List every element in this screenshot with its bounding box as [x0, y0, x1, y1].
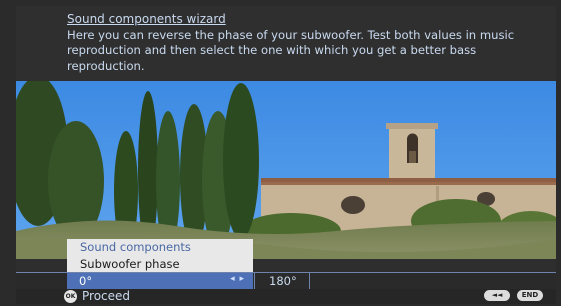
wizard-header: Sound components wizard Here you can rev…	[16, 6, 556, 81]
end-key-icon[interactable]: END	[517, 290, 543, 301]
menu-breadcrumb: Sound components	[80, 240, 191, 254]
wizard-description: Here you can reverse the phase of your s…	[67, 28, 515, 73]
ok-key-icon: OK	[64, 290, 77, 303]
phase-option-180-value: 180°	[269, 274, 297, 288]
rewind-key-icon[interactable]: ◄◄	[484, 290, 510, 301]
phase-option-0-value: 0°	[79, 274, 93, 288]
proceed-label[interactable]: Proceed	[82, 289, 130, 303]
phase-value-row: 0° ◂ ▸ 180°	[16, 272, 556, 291]
left-right-arrows-icon: ◂ ▸	[230, 274, 245, 284]
settings-menu: Sound components Subwoofer phase	[67, 239, 253, 274]
tv-frame: Sound components wizard Here you can rev…	[16, 6, 556, 304]
wizard-title: Sound components wizard	[67, 12, 226, 26]
subwoofer-phase-label: Subwoofer phase	[80, 257, 180, 271]
background-picture	[16, 81, 556, 259]
phase-option-180[interactable]: 180°	[254, 273, 310, 290]
footer-bar: OK Proceed ◄◄ END	[16, 289, 556, 304]
